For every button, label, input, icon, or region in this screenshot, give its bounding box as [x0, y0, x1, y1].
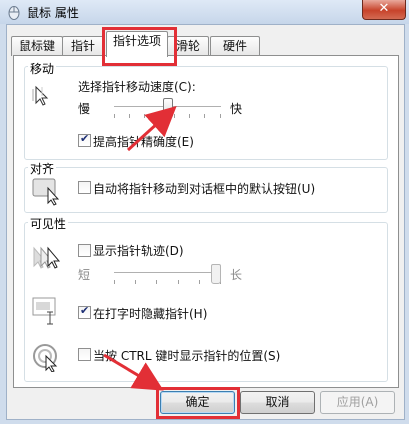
annotation-arrows	[103, 105, 177, 391]
arrow-to-ok-button	[103, 353, 164, 391]
arrow-to-speed-slider	[126, 105, 177, 152]
